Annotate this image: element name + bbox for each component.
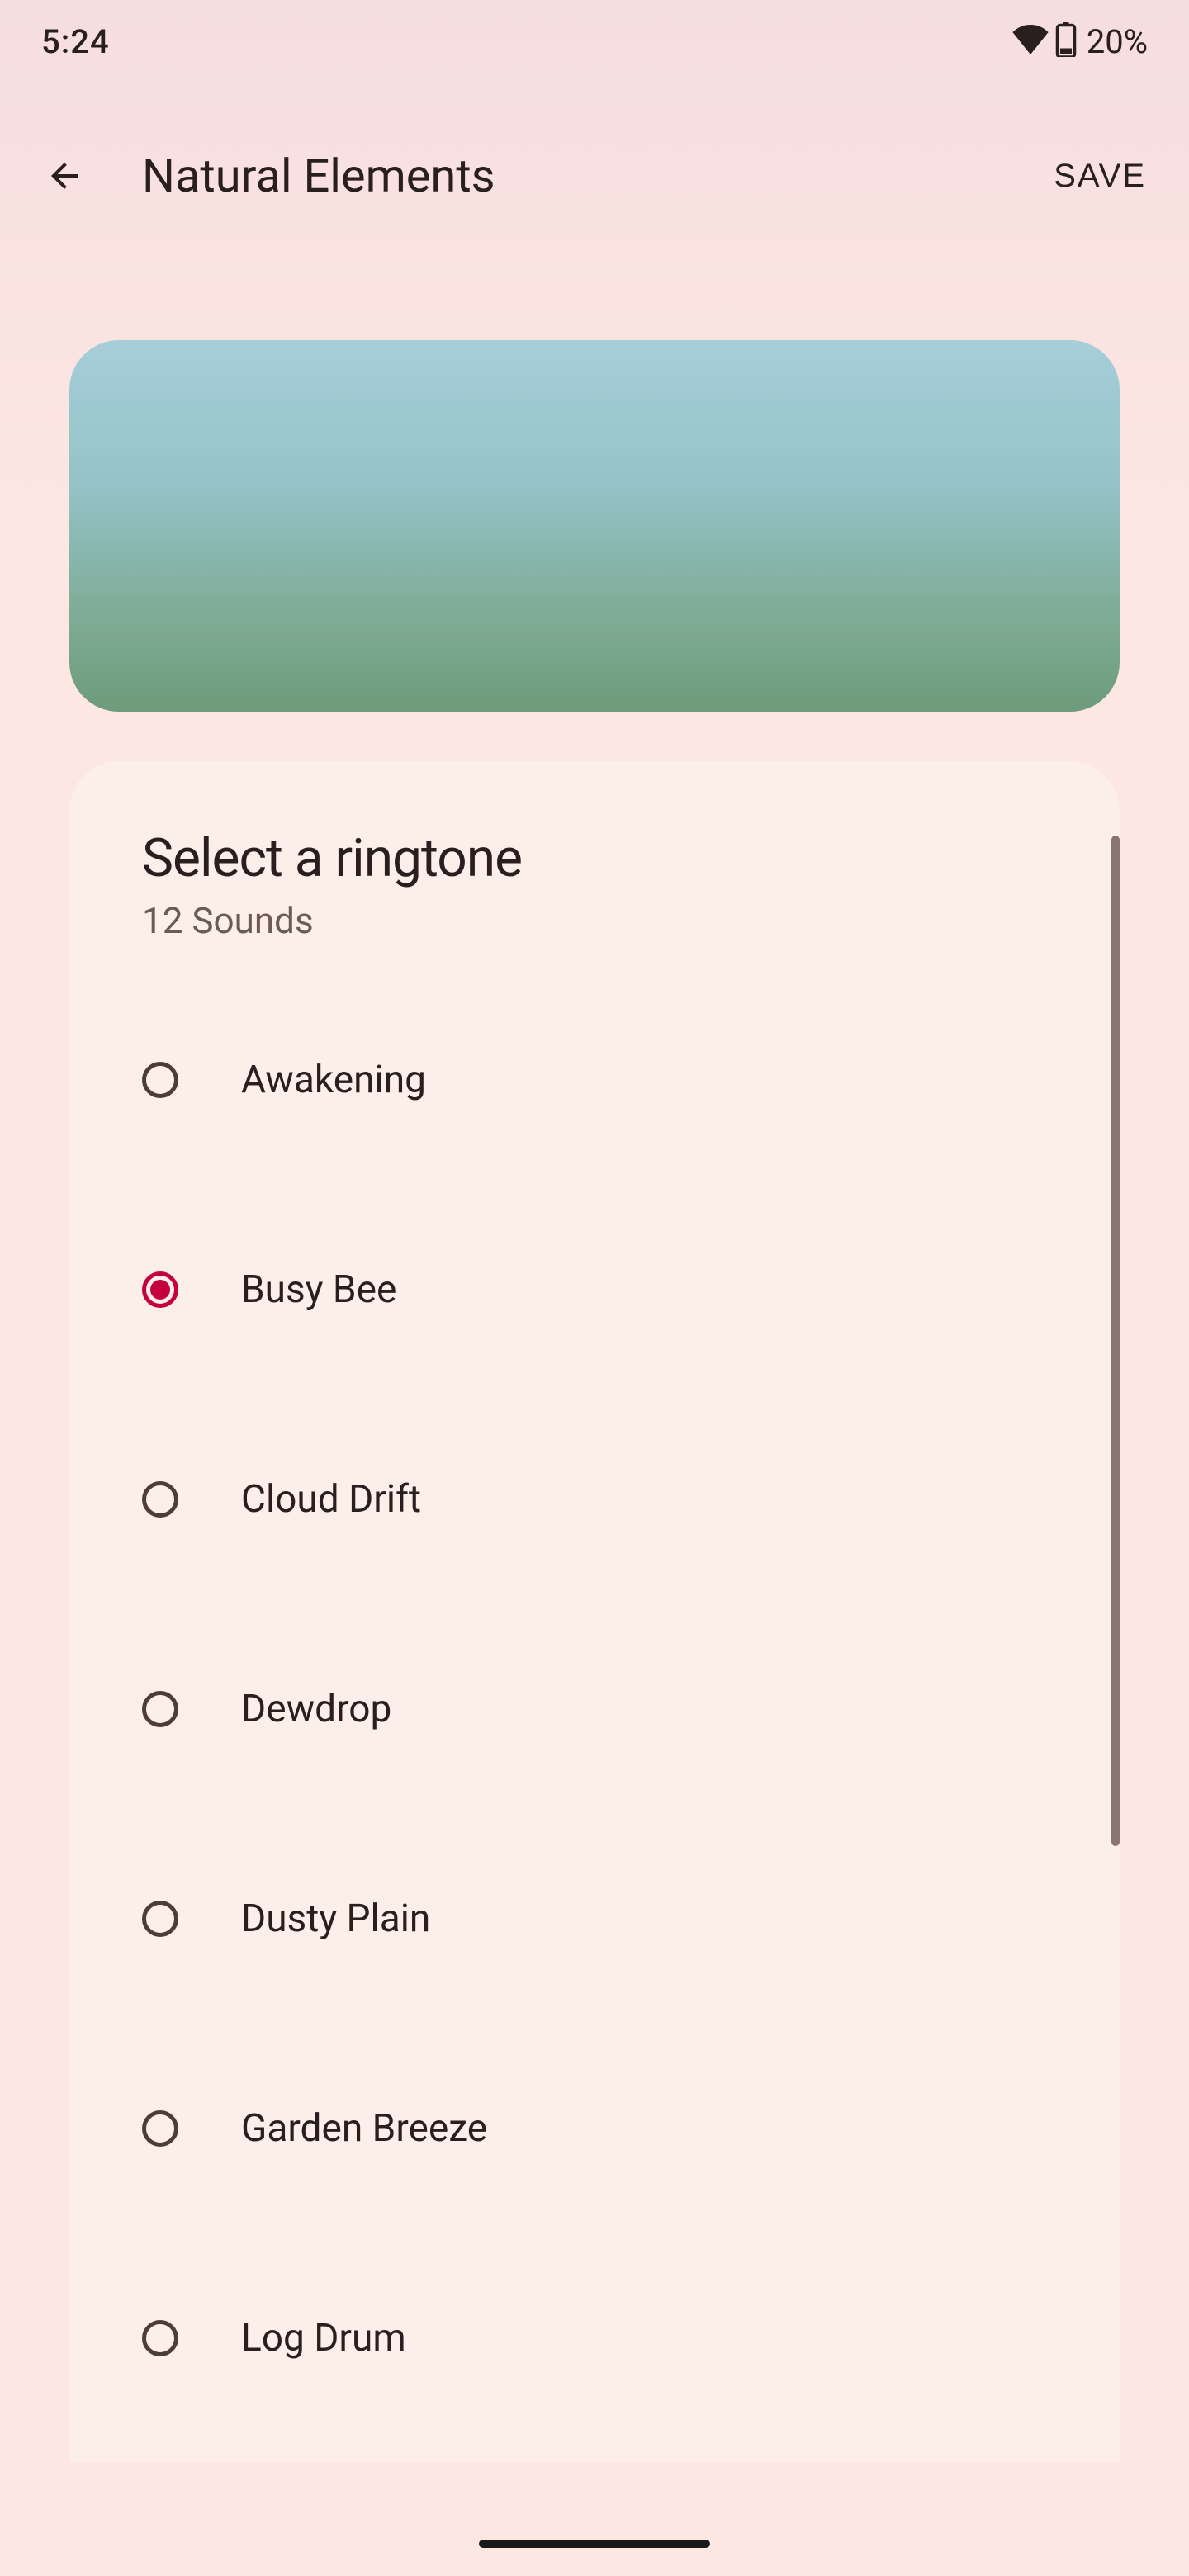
status-time: 5:24 xyxy=(41,22,110,61)
status-bar: 5:24 20% xyxy=(0,0,1189,83)
ringtone-label: Dewdrop xyxy=(241,1687,391,1731)
ringtone-item[interactable]: Busy Bee xyxy=(69,1185,1120,1395)
radio-button[interactable] xyxy=(142,2320,178,2356)
app-bar: Natural Elements SAVE xyxy=(0,83,1189,269)
ringtone-list: Awakening Busy Bee Cloud Drift Dewdrop Dusty… xyxy=(69,975,1120,2443)
radio-button[interactable] xyxy=(142,1062,178,1098)
page-title: Natural Elements xyxy=(142,149,1034,203)
ringtone-label: Busy Bee xyxy=(241,1267,396,1312)
category-hero-image xyxy=(69,340,1120,712)
ringtone-label: Cloud Drift xyxy=(241,1477,421,1522)
ringtone-label: Garden Breeze xyxy=(241,2106,487,2151)
ringtone-item[interactable]: Cloud Drift xyxy=(69,1395,1120,1604)
battery-icon xyxy=(1055,22,1077,60)
radio-button[interactable] xyxy=(142,1901,178,1937)
radio-button[interactable] xyxy=(142,1271,178,1308)
radio-button[interactable] xyxy=(142,2110,178,2147)
content: Select a ringtone 12 Sounds Awakening Bus… xyxy=(0,269,1189,2462)
status-icons: 20% xyxy=(1012,22,1148,61)
wifi-icon xyxy=(1012,25,1049,58)
ringtone-label: Log Drum xyxy=(241,2316,406,2361)
ringtone-item[interactable]: Awakening xyxy=(69,975,1120,1185)
scrollbar[interactable] xyxy=(1111,836,1120,1846)
card-title: Select a ringtone xyxy=(69,827,1120,889)
ringtone-item[interactable]: Garden Breeze xyxy=(69,2024,1120,2233)
ringtone-item[interactable]: Dusty Plain xyxy=(69,1814,1120,2024)
radio-button[interactable] xyxy=(142,1691,178,1727)
radio-button[interactable] xyxy=(142,1481,178,1518)
battery-percentage: 20% xyxy=(1087,22,1148,61)
back-button[interactable] xyxy=(23,135,106,217)
ringtone-card: Select a ringtone 12 Sounds Awakening Bus… xyxy=(69,761,1120,2462)
navigation-handle[interactable] xyxy=(479,2540,710,2548)
ringtone-label: Awakening xyxy=(241,1058,426,1102)
ringtone-label: Dusty Plain xyxy=(241,1896,430,1941)
ringtone-item[interactable]: Log Drum xyxy=(69,2233,1120,2443)
ringtone-item[interactable]: Dewdrop xyxy=(69,1604,1120,1814)
card-subtitle: 12 Sounds xyxy=(69,889,1120,975)
arrow-back-icon xyxy=(45,156,84,196)
save-button[interactable]: SAVE xyxy=(1034,141,1166,211)
